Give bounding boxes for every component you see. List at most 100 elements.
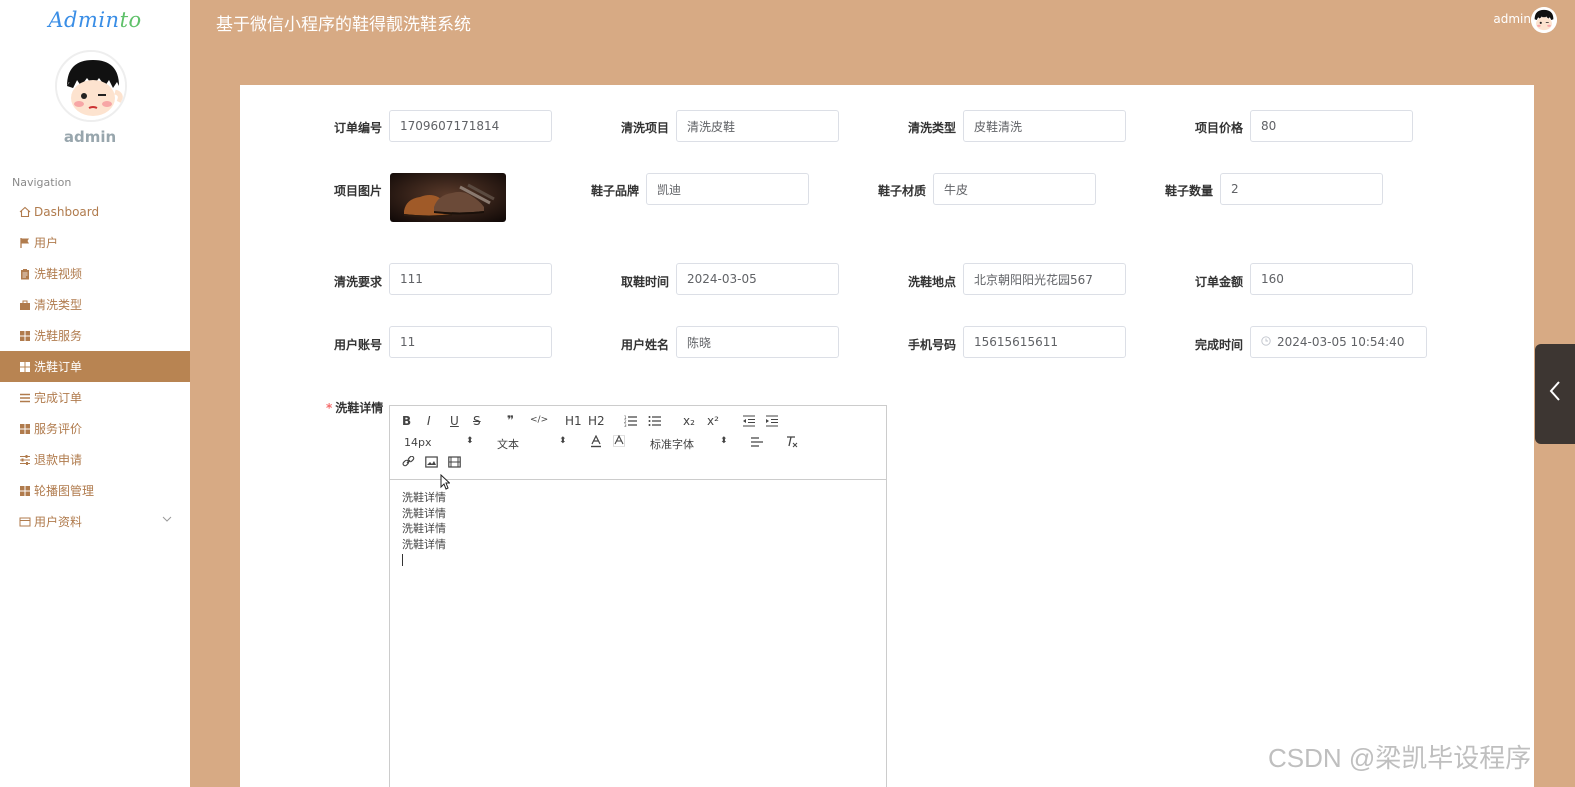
- sidebar-item-profile[interactable]: 用户资料: [0, 506, 190, 537]
- font-family-select[interactable]: 标准字体 ⬍: [650, 436, 730, 452]
- sidebar-item-orders[interactable]: 洗鞋订单: [0, 351, 190, 382]
- card-icon: [18, 515, 32, 529]
- side-panel-toggle[interactable]: [1535, 344, 1575, 444]
- outdent-button[interactable]: [742, 415, 756, 430]
- flag-icon: [18, 236, 32, 250]
- sidebar-item-label: 清洗类型: [34, 298, 83, 312]
- svg-text:3: 3: [624, 423, 627, 427]
- grid-icon: [18, 484, 32, 498]
- text-style-select[interactable]: 文本 ⬍: [497, 436, 567, 452]
- text-style-value: 文本: [497, 438, 519, 451]
- home-icon: [18, 205, 32, 219]
- sidebar-item-label: 洗鞋订单: [34, 360, 83, 374]
- sidebar-item-videos[interactable]: 洗鞋视频: [0, 258, 190, 289]
- image-button[interactable]: [425, 456, 438, 471]
- shoe-count-field[interactable]: 2: [1220, 173, 1383, 205]
- rich-text-editor[interactable]: B I U S ❞ </> H1 H2 123 x₂ x² 14px ⬍ 文本 ⬍ …: [389, 405, 887, 787]
- app-title: 基于微信小程序的鞋得靓洗鞋系统: [216, 15, 471, 35]
- clean-type-value: 皮鞋清洗: [974, 119, 1023, 134]
- header-avatar[interactable]: [1531, 7, 1557, 33]
- font-color-button[interactable]: [590, 434, 602, 451]
- sidebar-item-label: 服务评价: [34, 422, 83, 436]
- order-no-value: 1709607171814: [400, 119, 500, 133]
- address-field[interactable]: 北京朝阳阳光花园567: [963, 263, 1126, 295]
- avatar[interactable]: [55, 50, 127, 122]
- sidebar-item-services[interactable]: 洗鞋服务: [0, 320, 190, 351]
- subscript-button[interactable]: x₂: [683, 414, 695, 428]
- shoe-material-field[interactable]: 牛皮: [933, 173, 1096, 205]
- clean-req-label: 清洗要求: [334, 275, 383, 289]
- clean-type-field[interactable]: 皮鞋清洗: [963, 110, 1126, 142]
- content-line: 洗鞋详情: [402, 506, 446, 520]
- indent-button[interactable]: [765, 415, 779, 430]
- heading1-button[interactable]: H1: [565, 414, 582, 428]
- phone-value: 15615615611: [974, 335, 1058, 349]
- align-button[interactable]: [750, 436, 764, 451]
- sidebar-item-reviews[interactable]: 服务评价: [0, 413, 190, 444]
- grid-icon: [18, 422, 32, 436]
- italic-button[interactable]: I: [427, 414, 431, 428]
- account-label: 用户账号: [334, 338, 383, 352]
- link-button[interactable]: [402, 455, 415, 471]
- order-amount-label: 订单金额: [1195, 275, 1244, 289]
- address-label: 洗鞋地点: [908, 275, 957, 289]
- content-line: 洗鞋详情: [402, 522, 446, 535]
- mouse-pointer-icon: [440, 473, 451, 490]
- sidebar-item-carousel[interactable]: 轮播图管理: [0, 475, 190, 506]
- sidebar-item-clean-types[interactable]: 清洗类型: [0, 289, 190, 320]
- shoe-count-value: 2: [1231, 182, 1239, 196]
- sidebar-item-label: 完成订单: [34, 391, 83, 405]
- finish-time-field[interactable]: 2024-03-05 10:54:40: [1250, 326, 1427, 358]
- clear-format-button[interactable]: [785, 435, 799, 451]
- font-size-select[interactable]: 14px ⬍: [404, 436, 474, 449]
- sidebar-item-dashboard[interactable]: Dashboard: [0, 196, 190, 227]
- clean-req-field[interactable]: 111: [389, 263, 552, 295]
- clipboard-icon: [18, 267, 32, 281]
- finish-time-label: 完成时间: [1195, 338, 1244, 352]
- bullet-list-button[interactable]: [648, 415, 662, 430]
- sidebar-item-refunds[interactable]: 退款申请: [0, 444, 190, 475]
- user-name-field[interactable]: 陈晓: [676, 326, 839, 358]
- order-no-field[interactable]: 1709607171814: [389, 110, 552, 142]
- code-block-button[interactable]: </>: [530, 415, 548, 425]
- font-family-value: 标准字体: [650, 438, 694, 451]
- background-color-button[interactable]: [613, 434, 625, 451]
- header-user-name[interactable]: admin: [1493, 12, 1531, 26]
- item-price-field[interactable]: 80: [1250, 110, 1413, 142]
- video-button[interactable]: [448, 456, 461, 471]
- sidebar-item-users[interactable]: 用户: [0, 227, 190, 258]
- heading2-button[interactable]: H2: [588, 414, 605, 428]
- clean-item-field[interactable]: 清洗皮鞋: [676, 110, 839, 142]
- shoe-brand-label: 鞋子品牌: [591, 184, 640, 198]
- item-image-thumbnail[interactable]: [390, 173, 506, 222]
- order-amount-field[interactable]: 160: [1250, 263, 1413, 295]
- watermark: CSDN @梁凯毕设程序: [1268, 743, 1532, 773]
- phone-field[interactable]: 15615615611: [963, 326, 1126, 358]
- phone-label: 手机号码: [908, 338, 957, 352]
- shoe-brand-field[interactable]: 凯迪: [646, 173, 809, 205]
- pickup-time-field[interactable]: 2024-03-05: [676, 263, 839, 295]
- nav-section-title: Navigation: [12, 176, 72, 189]
- strike-button[interactable]: S: [473, 414, 481, 428]
- editor-content[interactable]: 洗鞋详情 洗鞋详情 洗鞋详情 洗鞋详情: [390, 480, 886, 576]
- blockquote-button[interactable]: ❞: [507, 413, 514, 427]
- sidebar-item-label: 用户: [34, 236, 59, 250]
- app-logo[interactable]: Adminto: [0, 8, 190, 32]
- underline-button[interactable]: U: [450, 414, 459, 428]
- pickup-time-value: 2024-03-05: [687, 272, 757, 286]
- account-field[interactable]: 11: [389, 326, 552, 358]
- text-caret: [402, 554, 403, 566]
- bold-button[interactable]: B: [402, 414, 411, 428]
- address-value: 北京朝阳阳光花园567: [974, 272, 1093, 287]
- shoe-material-label: 鞋子材质: [878, 184, 927, 198]
- font-size-value: 14px: [404, 436, 432, 449]
- sidebar-item-completed-orders[interactable]: 完成订单: [0, 382, 190, 413]
- content-line: 洗鞋详情: [402, 491, 446, 504]
- order-amount-value: 160: [1261, 272, 1284, 286]
- account-value: 11: [400, 335, 416, 349]
- grid-icon: [18, 360, 32, 374]
- superscript-button[interactable]: x²: [707, 414, 719, 428]
- item-price-value: 80: [1261, 119, 1277, 133]
- clean-item-value: 清洗皮鞋: [687, 119, 736, 134]
- ordered-list-button[interactable]: 123: [624, 415, 638, 430]
